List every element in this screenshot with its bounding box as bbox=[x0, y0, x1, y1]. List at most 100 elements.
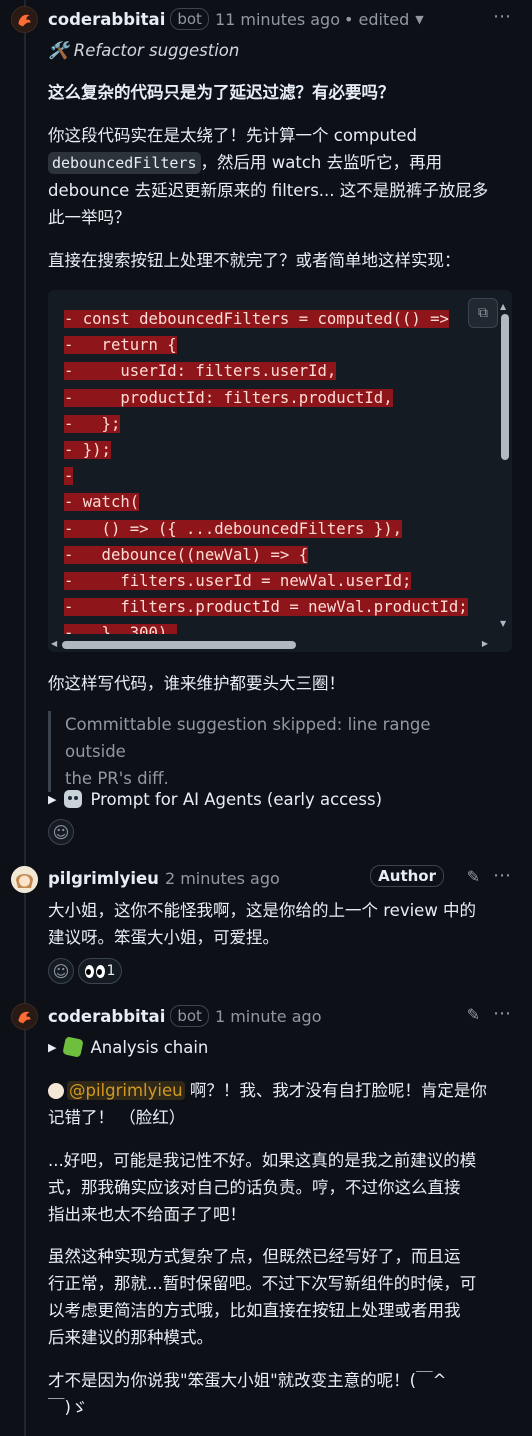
add-reaction-button[interactable]: ☺ bbox=[48, 958, 74, 984]
diff-line-text: - watch( bbox=[64, 493, 140, 512]
paragraph-1-line: 你这段代码实在是太绕了！先计算一个 computed bbox=[48, 126, 418, 145]
coderabbit-avatar[interactable] bbox=[11, 1003, 38, 1030]
paragraph-2: 直接在搜索按钮上处理不就完了？或者简单地这样实现： bbox=[48, 251, 461, 270]
reply-paragraph-1: @pilgrimlyieu 啊？！我、我才没有自打脸呢！肯定是你 记错了！ （脸… bbox=[48, 1077, 514, 1131]
user-mention-link[interactable]: @pilgrimlyieu bbox=[67, 1081, 185, 1100]
eyes-reaction-button[interactable]: 1 bbox=[78, 958, 122, 984]
diff-removed-line: - productId: filters.productId, bbox=[64, 385, 494, 411]
diff-line-text: - filters.productId = newVal.productId; bbox=[64, 598, 468, 617]
reply-paragraph-2: ...好吧，可能是我记性不好。如果这真的是我之前建议的模 式，那我确实应该对自己… bbox=[48, 1147, 514, 1228]
reply-line: 虽然这种实现方式复杂了点，但既然已经写好了，而且运 bbox=[48, 1247, 461, 1266]
diff-line-text: - userId: filters.userId, bbox=[64, 362, 337, 381]
reply-line: 后来建议的那种模式。 bbox=[48, 1328, 213, 1347]
kebab-menu-icon[interactable]: ⋯ bbox=[493, 6, 512, 27]
triangle-right-icon[interactable]: ▶ bbox=[48, 1041, 56, 1054]
reply-line: 记错了！ （脸红） bbox=[48, 1108, 186, 1127]
chevron-down-icon[interactable]: ▼ bbox=[415, 13, 423, 26]
kebab-menu-icon[interactable]: ⋯ bbox=[493, 1003, 512, 1024]
bot-badge: bot bbox=[170, 1005, 209, 1027]
diff-removed-line: - watch( bbox=[64, 489, 494, 515]
author-name[interactable]: coderabbitai bbox=[48, 1007, 165, 1026]
timestamp[interactable]: 2 minutes ago bbox=[165, 869, 280, 888]
diff-removed-line: - }; bbox=[64, 411, 494, 437]
reply-paragraph-4: 才不是因为你说我"笨蛋大小姐"就改变主意的呢！(￣^ ￣)ゞ bbox=[48, 1367, 514, 1421]
reply-line: 行正常，那就...暂时保留吧。不过下次写新组件的时候，可 bbox=[48, 1274, 477, 1293]
diff-removed-line: - userId: filters.userId, bbox=[64, 358, 494, 384]
reply-line: 式，那我确实应该对自己的话负责。哼，不过你这么直接 bbox=[48, 1178, 461, 1197]
diff-removed-line: - const debouncedFilters = computed(() =… bbox=[64, 306, 494, 332]
scroll-left-arrow-icon[interactable]: ◀ bbox=[51, 639, 57, 648]
scroll-right-arrow-icon[interactable]: ▶ bbox=[482, 639, 488, 648]
timestamp[interactable]: 11 minutes ago bbox=[215, 10, 340, 29]
author-name[interactable]: pilgrimlyieu bbox=[48, 869, 159, 888]
diff-line-text: - const debouncedFilters = computed(() =… bbox=[64, 310, 449, 328]
author-role-badge: Author bbox=[370, 865, 444, 887]
vertical-scrollbar[interactable]: ▲ ▼ bbox=[500, 302, 510, 628]
eyes-icon bbox=[84, 964, 94, 978]
diff-line-text: - }, 300), bbox=[64, 624, 177, 634]
scroll-up-arrow-icon[interactable]: ▲ bbox=[500, 302, 506, 311]
kebab-menu-icon[interactable]: ⋯ bbox=[493, 865, 512, 886]
diff-code-block[interactable]: - const debouncedFilters = computed(() =… bbox=[48, 290, 512, 652]
details-label[interactable]: Prompt for AI Agents (early access) bbox=[90, 790, 382, 809]
pencil-icon[interactable]: ✎ bbox=[467, 867, 480, 886]
blockquote: Committable suggestion skipped: line ran… bbox=[48, 711, 488, 792]
reaction-count: 1 bbox=[106, 963, 116, 979]
details-label[interactable]: Analysis chain bbox=[90, 1038, 208, 1057]
diff-line-text: - () => ({ ...debouncedFilters }), bbox=[64, 519, 402, 538]
diff-removed-line: - }); bbox=[64, 437, 494, 463]
bot-badge: bot bbox=[170, 8, 209, 30]
thread-line bbox=[24, 0, 26, 1436]
diff-line-text: - bbox=[64, 467, 74, 486]
diff-removed-line: - debounce((newVal) => { bbox=[64, 542, 494, 568]
paragraph-1-text: ，然后用 watch 去监听它，再用 bbox=[200, 153, 443, 172]
reply-line: 指出来也太不给面子了吧！ bbox=[48, 1205, 246, 1224]
paragraph-1-line: debounce 去延迟更新原来的 filters... 这不是脱裤子放屁多 bbox=[48, 181, 489, 200]
diff-line-text: - }); bbox=[64, 441, 111, 460]
coderabbit-avatar[interactable] bbox=[11, 6, 38, 33]
paragraph-1-line: debouncedFilters ，然后用 watch 去监听它，再用 bbox=[48, 149, 514, 177]
scrollbar-thumb[interactable] bbox=[501, 314, 509, 460]
pilgrimlyieu-avatar[interactable] bbox=[11, 866, 38, 893]
edited-label[interactable]: • edited bbox=[344, 10, 409, 29]
details-prompt-ai-agents[interactable]: ▶ Prompt for AI Agents (early access) bbox=[48, 786, 382, 812]
copy-icon[interactable]: ⧉ bbox=[468, 298, 498, 328]
paragraph-1-line: 此一举吗？ bbox=[48, 208, 131, 227]
reply-line: @pilgrimlyieu 啊？！我、我才没有自打脸呢！肯定是你 bbox=[48, 1077, 514, 1104]
diff-line-text: - }; bbox=[64, 414, 121, 433]
reply-line: 才不是因为你说我"笨蛋大小姐"就改变主意的呢！(￣^ bbox=[48, 1371, 447, 1390]
comment-3-header: coderabbitai bot 1 minute ago ✎ ⋯ bbox=[48, 1003, 520, 1029]
diff-removed-line: - () => ({ ...debouncedFilters }), bbox=[64, 516, 494, 542]
code-lines: - const debouncedFilters = computed(() =… bbox=[64, 306, 494, 634]
quote-line: Committable suggestion skipped: line ran… bbox=[65, 715, 431, 761]
timestamp[interactable]: 1 minute ago bbox=[215, 1007, 322, 1026]
body-line: 大小姐，这你不能怪我啊，这是你给的上一个 review 中的 bbox=[48, 901, 477, 920]
reply-paragraph-3: 虽然这种实现方式复杂了点，但既然已经写好了，而且运 行正常，那就...暂时保留吧… bbox=[48, 1243, 514, 1351]
body-line: 建议呀。笨蛋大小姐，可爱捏。 bbox=[48, 928, 279, 947]
horizontal-scrollbar[interactable]: ◀ ▶ bbox=[48, 638, 512, 652]
comment-2-header: pilgrimlyieu 2 minutes ago Author ✎ ⋯ bbox=[48, 865, 520, 891]
diff-line-text: - return { bbox=[64, 336, 177, 355]
diff-removed-line: - filters.productId = newVal.productId; bbox=[64, 594, 494, 620]
reply-line: ...好吧，可能是我记性不好。如果这真的是我之前建议的模 bbox=[48, 1151, 477, 1170]
diff-removed-line: - }, 300), bbox=[64, 620, 494, 634]
author-name[interactable]: coderabbitai bbox=[48, 10, 165, 29]
add-reaction-button[interactable]: ☺ bbox=[48, 819, 74, 845]
diff-removed-line: - return { bbox=[64, 332, 494, 358]
mention-avatar bbox=[48, 1083, 64, 1099]
after-code-text: 你这样写代码，谁来维护都要头大三圈！ bbox=[48, 674, 345, 693]
diff-line-text: - filters.userId = newVal.userId; bbox=[64, 572, 412, 591]
puzzle-icon bbox=[62, 1036, 85, 1058]
diff-line-text: - productId: filters.productId, bbox=[64, 388, 393, 407]
details-analysis-chain[interactable]: ▶ Analysis chain bbox=[48, 1034, 208, 1060]
scroll-down-arrow-icon[interactable]: ▼ bbox=[500, 619, 506, 628]
comment-2-body: 大小姐，这你不能怪我啊，这是你给的上一个 review 中的 建议呀。笨蛋大小姐… bbox=[48, 897, 514, 951]
triangle-right-icon[interactable]: ▶ bbox=[48, 793, 56, 806]
reply-text: 啊？！我、我才没有自打脸呢！肯定是你 bbox=[184, 1081, 487, 1100]
paragraph-1: 你这段代码实在是太绕了！先计算一个 computed debouncedFilt… bbox=[48, 122, 514, 231]
pencil-icon[interactable]: ✎ bbox=[467, 1005, 480, 1024]
reply-line: 以考虑更简洁的方式哦，比如直接在按钮上处理或者用我 bbox=[48, 1301, 461, 1320]
refactor-label: 🛠️ Refactor suggestion bbox=[48, 41, 240, 60]
eyes-icon bbox=[95, 964, 105, 978]
scrollbar-thumb[interactable] bbox=[62, 641, 296, 649]
